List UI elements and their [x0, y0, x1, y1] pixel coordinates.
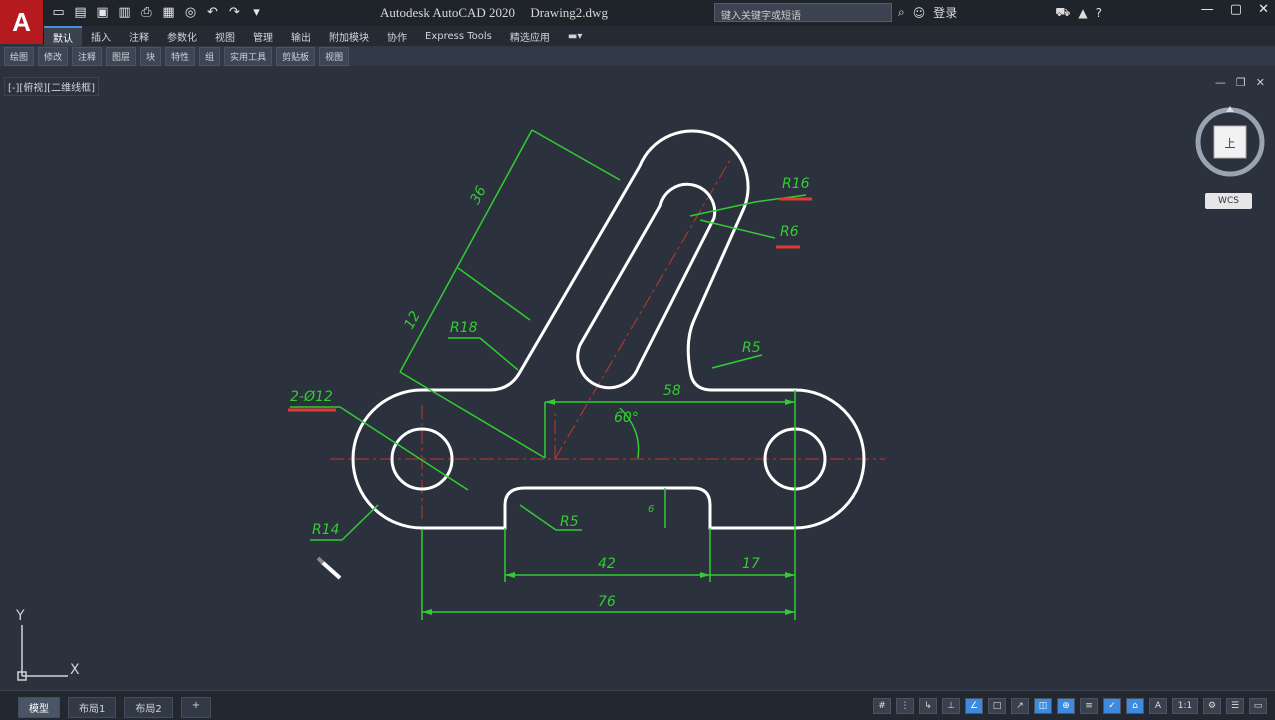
- infer-toggle[interactable]: ↳: [919, 698, 937, 714]
- arrow-76-left: [422, 609, 432, 615]
- leader-r5-bottom: [519, 504, 557, 531]
- selection-cycling-toggle[interactable]: ✓: [1103, 698, 1121, 714]
- dim-12-ext: [457, 267, 531, 321]
- dim-17-text: 17: [742, 556, 760, 572]
- otrack-toggle[interactable]: ↗: [1011, 698, 1029, 714]
- viewcube[interactable]: 上: [1195, 106, 1265, 177]
- annotation-scale-label[interactable]: 1:1: [1172, 698, 1198, 714]
- drawing-canvas: 上 36 12 58 42 17 76 6 R18 R16 R6 R5 R5 R…: [15, 106, 1265, 681]
- add-layout-button[interactable]: +: [180, 697, 212, 718]
- pencil-cursor-icon: [316, 556, 342, 580]
- clean-screen-icon[interactable]: ▭: [1249, 698, 1267, 714]
- layout-tabs: 模型 布局1 布局2 +: [18, 697, 212, 718]
- ucs-x-label: X: [70, 662, 80, 678]
- tab-layout2[interactable]: 布局2: [124, 697, 173, 718]
- dim-r6-text: R6: [780, 224, 799, 240]
- dim-42-text: 42: [598, 556, 616, 572]
- dim-r5-bottom-text: R5: [560, 514, 579, 530]
- arrow-42-left: [505, 572, 515, 578]
- workspace-gear-icon[interactable]: ⚙: [1203, 698, 1221, 714]
- slot-centerline: [554, 159, 731, 460]
- isodraft-toggle[interactable]: □: [988, 698, 1006, 714]
- viewcube-top-label: 上: [1225, 137, 1236, 150]
- dim-58-text: 58: [663, 383, 681, 399]
- ucs-y-label: Y: [15, 608, 25, 624]
- transparency-toggle[interactable]: ≡: [1080, 698, 1098, 714]
- arrow-42-right: [700, 572, 710, 578]
- dim-76-text: 76: [598, 594, 616, 610]
- 3d-osnap-toggle[interactable]: ⌂: [1126, 698, 1144, 714]
- dim-36-text: 36: [467, 184, 490, 207]
- dim-holes-text: 2-Ø12: [290, 389, 333, 405]
- dim-r5-top-text: R5: [742, 340, 761, 356]
- leader-r14: [341, 504, 379, 541]
- polar-toggle[interactable]: ∠: [965, 698, 983, 714]
- dim-r16-text: R16: [782, 176, 810, 192]
- application-menu-button[interactable]: A: [0, 0, 44, 44]
- dim-12-text: 12: [401, 309, 424, 332]
- leader-r18: [479, 337, 519, 371]
- snap-toggle[interactable]: ⋮: [896, 698, 914, 714]
- dim-r14-text: R14: [312, 522, 340, 538]
- wcs-menu[interactable]: WCS: [1205, 193, 1252, 209]
- grid-toggle[interactable]: #: [873, 698, 891, 714]
- dim-r18-text: R18: [450, 320, 478, 336]
- dim-36-ext-top: [531, 129, 621, 181]
- leader-r16: [689, 201, 756, 217]
- status-tools: # ⋮ ↳ ⊥ ∠ □ ↗ ◫ ⊕ ≡ ✓ ⌂ A 1:1 ⚙ ☰ ▭: [873, 698, 1267, 714]
- annotation-visibility-toggle[interactable]: A: [1149, 698, 1167, 714]
- tab-layout1[interactable]: 布局1: [68, 697, 117, 718]
- dimension-arrows: [422, 399, 795, 615]
- customize-menu-icon[interactable]: ☰: [1226, 698, 1244, 714]
- arrow-17-right: [785, 572, 795, 578]
- dimension-texts: 36 12 58 42 17 76 6 R18 R16 R6 R5 R5 R14…: [290, 176, 810, 610]
- arrow-58-right: [785, 399, 795, 405]
- status-bar: 模型 布局1 布局2 + # ⋮ ↳ ⊥ ∠ □ ↗ ◫ ⊕ ≡ ✓ ⌂ A 1…: [0, 690, 1275, 720]
- ucs-icon: [17, 625, 68, 681]
- lineweight-toggle[interactable]: ⊕: [1057, 698, 1075, 714]
- leader-r5-top: [711, 354, 763, 369]
- ortho-toggle[interactable]: ⊥: [942, 698, 960, 714]
- dimension-lines: [290, 129, 807, 620]
- osnap-toggle[interactable]: ◫: [1034, 698, 1052, 714]
- tab-model[interactable]: 模型: [18, 697, 60, 718]
- arrow-76-right: [785, 609, 795, 615]
- dim-6-text: 6: [648, 504, 654, 515]
- dim-angle-text: 60°: [614, 410, 639, 426]
- arrow-58-left: [545, 399, 555, 405]
- centerlines: [330, 159, 885, 520]
